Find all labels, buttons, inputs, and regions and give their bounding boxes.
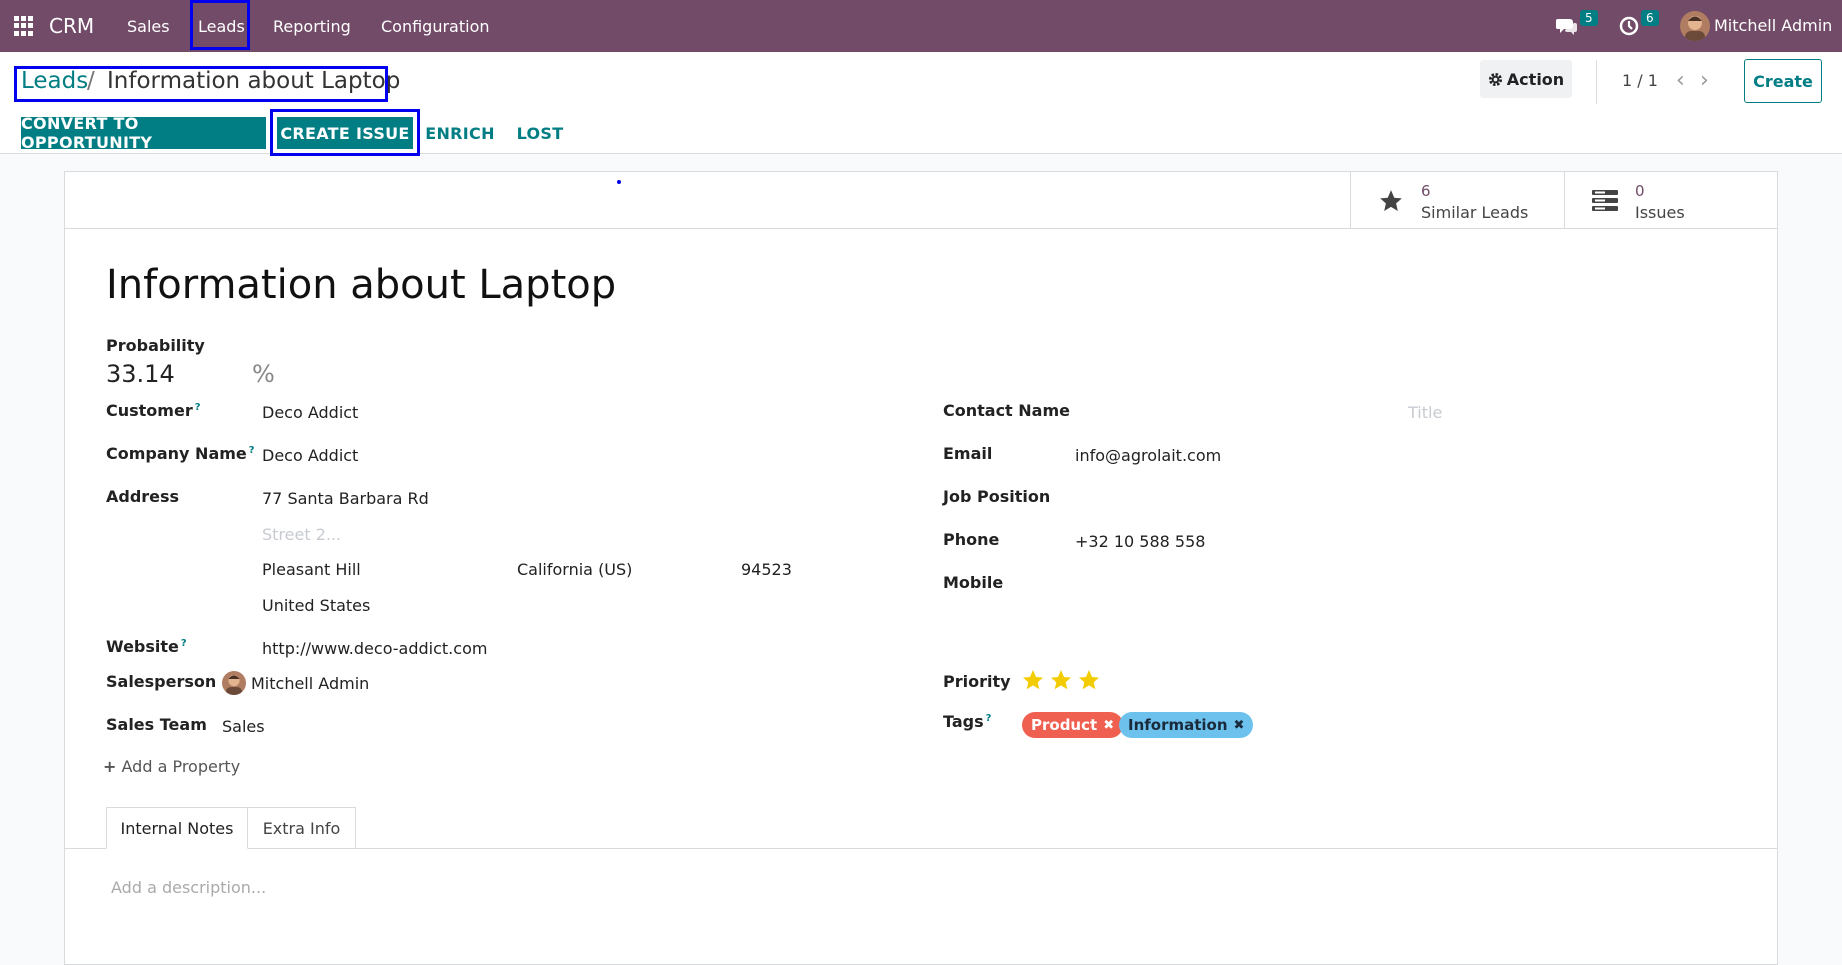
customer-label: Customer?: [106, 401, 201, 420]
email-field[interactable]: info@agrolait.com: [1075, 446, 1221, 465]
tag-information[interactable]: Information ✖: [1119, 712, 1254, 738]
user-name[interactable]: Mitchell Admin: [1714, 16, 1832, 35]
pager-divider: [1596, 60, 1597, 104]
chevron-left-icon[interactable]: ‹: [1676, 68, 1685, 93]
street2-field[interactable]: Street 2...: [262, 525, 341, 544]
create-button[interactable]: Create: [1744, 59, 1822, 103]
gear-icon: [1488, 72, 1502, 86]
mobile-label: Mobile: [943, 573, 1004, 592]
plus-icon: +: [103, 757, 117, 776]
city-field[interactable]: Pleasant Hill: [262, 560, 361, 579]
issues-count: 0: [1635, 182, 1645, 200]
probability-input[interactable]: 33.14: [106, 360, 175, 388]
state-field[interactable]: California (US): [517, 560, 632, 579]
add-property-button[interactable]: + Add a Property: [103, 757, 240, 776]
probability-percent-sign: %: [252, 360, 275, 388]
description-editor[interactable]: Add a description...: [111, 878, 266, 897]
help-icon[interactable]: ?: [195, 402, 201, 413]
menu-sales[interactable]: Sales: [127, 17, 170, 36]
enrich-button[interactable]: ENRICH: [424, 117, 496, 149]
company-name-field[interactable]: Deco Addict: [262, 446, 358, 465]
pager-value[interactable]: 1 / 1: [1622, 71, 1658, 90]
job-position-label: Job Position: [943, 487, 1051, 506]
action-button[interactable]: Action: [1480, 60, 1572, 98]
chevron-right-icon[interactable]: ›: [1700, 68, 1709, 93]
email-label: Email: [943, 444, 993, 463]
website-field[interactable]: http://www.deco-addict.com: [262, 639, 487, 658]
street-field[interactable]: 77 Santa Barbara Rd: [262, 489, 429, 508]
priority-star-icon[interactable]: [1077, 668, 1101, 692]
sales-team-field[interactable]: Sales: [222, 717, 265, 736]
activity-clock-icon[interactable]: [1618, 15, 1640, 37]
salesperson-label: Salesperson: [106, 672, 217, 691]
sales-team-label: Sales Team: [106, 715, 207, 734]
activities-badge: 6: [1641, 10, 1659, 26]
salesperson-field[interactable]: Mitchell Admin: [251, 674, 369, 693]
company-name-label: Company Name?: [106, 444, 255, 463]
phone-label: Phone: [943, 530, 1000, 549]
app-grid-icon[interactable]: [14, 16, 34, 36]
lost-button[interactable]: LOST: [516, 117, 564, 149]
convert-to-opportunity-button[interactable]: CONVERT TO OPPORTUNITY: [21, 114, 266, 152]
form-sheet: 6 Similar Leads 0 Issues Information abo…: [64, 171, 1778, 965]
salesperson-avatar: [222, 671, 246, 695]
lead-title[interactable]: Information about Laptop: [106, 262, 616, 308]
help-icon[interactable]: ?: [181, 638, 187, 649]
action-label: Action: [1506, 69, 1565, 89]
highlight-box-leads-menu: [190, 0, 250, 50]
star-icon: [1380, 190, 1402, 211]
messages-badge: 5: [1580, 10, 1598, 26]
similar-leads-button[interactable]: 6 Similar Leads: [1350, 172, 1564, 228]
close-icon[interactable]: ✖: [1103, 718, 1114, 733]
similar-leads-label: Similar Leads: [1421, 203, 1529, 222]
tab-internal-notes[interactable]: Internal Notes: [106, 807, 248, 849]
menu-reporting[interactable]: Reporting: [273, 17, 351, 36]
help-icon[interactable]: ?: [249, 445, 255, 456]
help-icon[interactable]: ?: [986, 713, 992, 724]
similar-leads-count: 6: [1421, 182, 1431, 200]
top-navbar: CRM Sales Leads Reporting Configuration …: [0, 0, 1842, 52]
smart-button-box: 6 Similar Leads 0 Issues: [65, 172, 1777, 229]
country-field[interactable]: United States: [262, 596, 370, 615]
app-brand[interactable]: CRM: [49, 14, 94, 38]
priority-label: Priority: [943, 672, 1011, 691]
tag-product[interactable]: Product ✖: [1022, 712, 1124, 738]
priority-star-icon[interactable]: [1049, 668, 1073, 692]
address-label: Address: [106, 487, 180, 506]
phone-field[interactable]: +32 10 588 558: [1075, 532, 1205, 551]
close-icon[interactable]: ✖: [1234, 718, 1245, 733]
probability-label: Probability: [106, 336, 205, 355]
priority-star-icon[interactable]: [1021, 668, 1045, 692]
list-icon: [1592, 190, 1618, 211]
cursor-marker: [617, 180, 621, 184]
website-label: Website?: [106, 637, 187, 656]
highlight-box-create-issue: [270, 109, 420, 156]
chat-icon[interactable]: [1556, 16, 1578, 36]
contact-name-label: Contact Name: [943, 401, 1070, 420]
tags-label: Tags?: [943, 712, 992, 731]
customer-field[interactable]: Deco Addict: [262, 403, 358, 422]
issues-button[interactable]: 0 Issues: [1564, 172, 1778, 228]
tab-extra-info[interactable]: Extra Info: [248, 807, 356, 849]
menu-configuration[interactable]: Configuration: [381, 17, 490, 36]
highlight-box-breadcrumb: [14, 66, 388, 102]
title-field[interactable]: Title: [1408, 403, 1442, 422]
user-avatar[interactable]: [1680, 11, 1710, 41]
issues-label: Issues: [1635, 203, 1685, 222]
zip-field[interactable]: 94523: [741, 560, 792, 579]
